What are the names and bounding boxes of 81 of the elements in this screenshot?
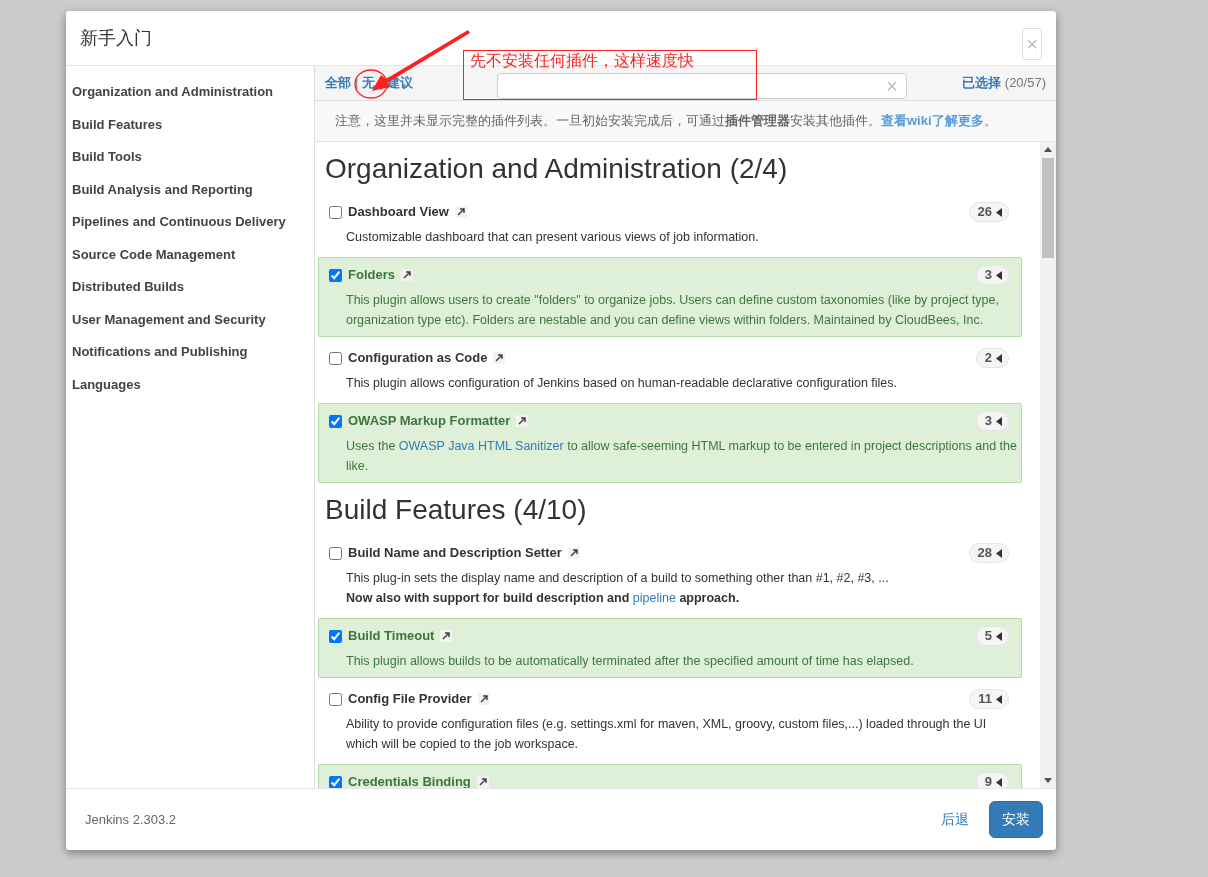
caret-left-icon	[996, 207, 1002, 217]
external-link-icon[interactable]	[567, 547, 580, 559]
link[interactable]: pipeline	[632, 591, 676, 605]
plugin-description: Ability to provide configuration files (e.g. settings.xml for maven, XML, groovy, custom files,...) loaded through the UI which will be copied to the job workspace.	[346, 716, 988, 753]
dependency-badge[interactable]: 28	[968, 543, 1009, 563]
notice-text: 注意，这里并未显示完整的插件列表。一旦初始安装完成后，可通过插件管理器安装其他插件。查看wiki了解更多。	[315, 101, 1056, 142]
external-link-icon[interactable]	[440, 630, 453, 642]
plugin-name: Dashboard View	[348, 203, 449, 222]
plugin-checkbox[interactable]	[329, 351, 342, 365]
filter-link[interactable]: 无	[362, 73, 376, 93]
dependency-count: 28	[977, 544, 992, 563]
external-link-icon[interactable]	[476, 776, 489, 788]
external-link-icon[interactable]	[477, 693, 490, 705]
plugin-checkbox[interactable]	[329, 268, 342, 282]
caret-left-icon	[996, 353, 1002, 363]
sidebar-item[interactable]: Languages	[72, 368, 308, 401]
plugin-name: Configuration as Code	[348, 349, 488, 368]
plugin-checkbox[interactable]	[329, 546, 342, 560]
caret-left-icon	[996, 548, 1002, 558]
plugin-checkbox[interactable]	[329, 775, 342, 788]
external-link-icon[interactable]	[400, 269, 413, 281]
section-title: Organization and Administration (2/4)	[325, 152, 789, 186]
dependency-count: 5	[984, 627, 992, 646]
sidebar-item[interactable]: Notifications and Publishing	[72, 336, 308, 369]
sidebar-item[interactable]: Build Features	[72, 108, 308, 141]
plugin-name: Build Timeout	[348, 627, 435, 646]
dependency-badge[interactable]: 3	[975, 265, 1009, 285]
selected-count: (20/57)	[1004, 74, 1046, 93]
plugin-checkbox[interactable]	[329, 414, 342, 428]
plugin-description: This plugin allows configuration of Jenkins based on human-readable declarative configuration files.	[346, 375, 899, 392]
dependency-badge[interactable]: 5	[975, 626, 1009, 646]
section-title: Build Features (4/10)	[325, 493, 588, 527]
dependency-badge[interactable]: 26	[968, 202, 1009, 222]
plugin-description: Uses the OWASP Java HTML Sanitizer to allow safe-seeming HTML markup to be entered in project descriptions and the like.	[346, 438, 1018, 475]
plugin-checkbox[interactable]	[329, 205, 342, 219]
scrollbar[interactable]	[1040, 142, 1056, 788]
annotation-note: 先不安装任何插件，这样速度快	[463, 50, 757, 100]
plugin-name: Config File Provider	[348, 690, 472, 709]
caret-left-icon	[996, 694, 1002, 704]
link[interactable]: OWASP Java HTML Sanitizer	[398, 439, 564, 453]
filter-link[interactable]: 全部	[325, 73, 351, 93]
dependency-badge[interactable]: 2	[975, 348, 1009, 368]
caret-left-icon	[996, 631, 1002, 641]
plugin-description: Now also with support for build description and pipeline approach.	[346, 590, 741, 607]
external-link-icon[interactable]	[516, 415, 529, 427]
dialog-title: 新手入门	[80, 26, 152, 50]
plugin-name: Build Name and Description Setter	[348, 544, 562, 563]
caret-left-icon	[996, 270, 1002, 280]
plugin-description: This plug-in sets the display name and description of a build to something other than #1, #2, #3, ...	[346, 570, 890, 587]
dependency-count: 9	[984, 773, 992, 788]
install-button[interactable]: 安装	[989, 801, 1043, 838]
selected-link[interactable]: 已选择	[961, 73, 1001, 93]
dependency-badge[interactable]: 3	[975, 411, 1009, 431]
external-link-icon[interactable]	[493, 352, 506, 364]
sidebar-item[interactable]: Build Analysis and Reporting	[72, 173, 308, 206]
dependency-count: 3	[984, 266, 992, 285]
sidebar-item[interactable]: User Management and Security	[72, 303, 308, 336]
plugin-checkbox[interactable]	[329, 629, 342, 643]
plugin-description: This plugin allows builds to be automatically terminated after the specified amount of time has elapsed.	[346, 653, 915, 670]
dependency-count: 2	[984, 349, 992, 368]
sidebar-item[interactable]: Source Code Management	[72, 238, 308, 271]
external-link-icon[interactable]	[454, 206, 467, 218]
plugin-name: OWASP Markup Formatter	[348, 412, 511, 431]
dependency-count: 11	[978, 690, 992, 709]
separator-text: |	[355, 74, 359, 93]
back-link[interactable]: 后退	[941, 809, 969, 830]
dependency-badge[interactable]: 11	[969, 689, 1009, 709]
version-text: Jenkins 2.303.2	[85, 810, 177, 829]
caret-left-icon	[996, 777, 1002, 787]
caret-left-icon	[996, 416, 1002, 426]
sidebar-item[interactable]: Organization and Administration	[72, 76, 308, 109]
sidebar-item[interactable]: Distributed Builds	[72, 271, 308, 304]
plugin-name: Folders	[348, 266, 395, 285]
plugin-description: Customizable dashboard that can present various views of job information.	[346, 229, 760, 246]
dependency-count: 26	[977, 203, 992, 222]
plugin-checkbox[interactable]	[329, 692, 342, 706]
dependency-count: 3	[984, 412, 992, 431]
sidebar-item[interactable]: Pipelines and Continuous Delivery	[72, 206, 308, 239]
plugin-description: This plugin allows users to create "folders" to organize jobs. Users can define custom taxonomies (like by project type, organization type etc). Folders are nestable and you can define views within folders. Maintained by CloudBees, Inc.	[346, 292, 1000, 329]
sidebar-item[interactable]: Build Tools	[72, 141, 308, 174]
dependency-badge[interactable]: 9	[975, 772, 1009, 788]
